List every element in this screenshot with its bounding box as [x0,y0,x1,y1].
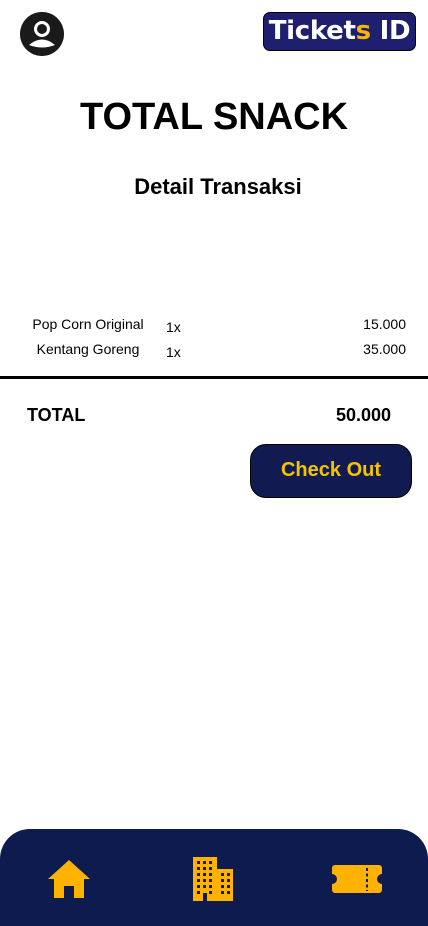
user-avatar-icon[interactable] [20,12,64,56]
brand-accent: s [355,16,371,46]
item-price: 35.000 [363,341,406,357]
item-name: Kentang Goreng [36,341,140,357]
page-title: TOTAL SNACK [79,96,349,138]
brand-logo: Tickets ID [263,12,416,51]
list-item: Kentang Goreng 1x 35.000 [0,339,428,361]
brand-suffix: ID [370,16,411,46]
item-price: 15.000 [363,316,406,332]
brand-prefix: Ticket [268,16,356,46]
item-quantity: 1x [166,344,181,360]
nav-tickets[interactable] [326,851,388,907]
total-label: TOTAL [27,405,86,425]
divider [0,376,428,379]
nav-home[interactable] [40,851,98,907]
total-value: 50.000 [335,405,391,425]
section-title: Detail Transaksi [134,174,302,199]
checkout-button[interactable]: Check Out [250,444,412,498]
item-quantity: 1x [166,319,181,335]
cinema-building-icon [193,857,233,901]
ticket-icon [332,865,382,893]
snack-summary-screen: Tickets ID TOTAL SNACK Detail Transaksi … [0,0,428,926]
nav-cinema[interactable] [184,851,242,907]
list-item: Pop Corn Original 1x 15.000 [0,314,428,336]
item-name: Pop Corn Original [32,316,144,332]
bottom-navigation [0,829,428,926]
home-icon [48,860,90,898]
